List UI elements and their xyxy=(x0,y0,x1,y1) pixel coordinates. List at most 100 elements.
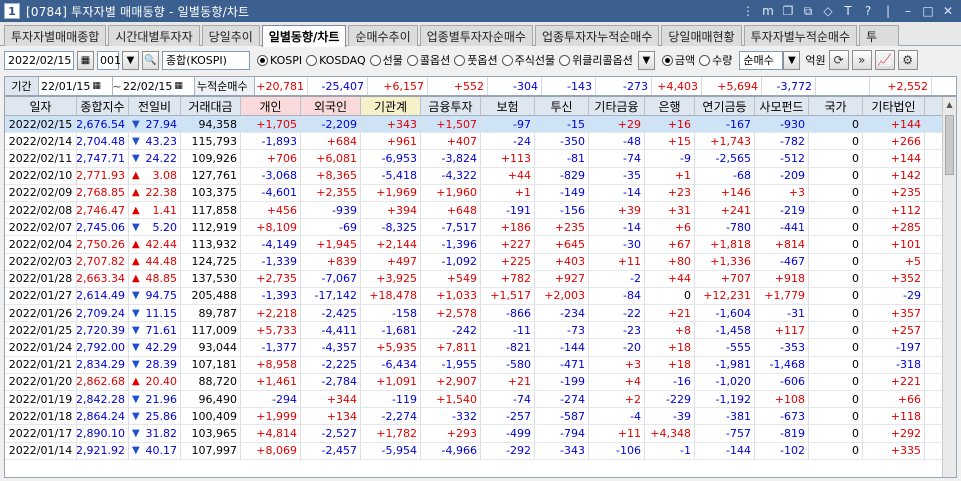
unit-radio-1[interactable]: 수량 xyxy=(699,52,732,68)
settings-icon[interactable]: ⚙ xyxy=(897,50,918,70)
window-control-7[interactable]: | xyxy=(879,3,897,19)
investor-value-cell: +2,735 xyxy=(241,270,301,287)
column-header[interactable]: 기타금융 xyxy=(589,97,645,115)
table-row[interactable]: 2022/01/17 2,890.10 ▼ 31.82 103,965 +4,814 -2,… xyxy=(5,425,956,443)
column-header[interactable]: 개인 xyxy=(241,97,301,115)
window-control-9[interactable]: □ xyxy=(919,3,937,19)
tab-4[interactable]: 순매수추이 xyxy=(348,25,418,46)
market-radio-6[interactable]: 위클리콜옵션 xyxy=(559,52,633,68)
column-header[interactable]: 거래대금 xyxy=(181,97,241,115)
column-header[interactable]: 금융투자 xyxy=(421,97,481,115)
radio-dot[interactable] xyxy=(454,54,466,66)
window-control-3[interactable]: ⧉ xyxy=(799,3,817,19)
window-control-2[interactable]: ❐ xyxy=(779,3,797,19)
tab-5[interactable]: 업종별투자자순매수 xyxy=(419,25,533,46)
market-radio-0[interactable]: KOSPI xyxy=(257,54,302,67)
calendar-icon[interactable]: ▦ xyxy=(92,81,101,91)
tab-3[interactable]: 일별동향/차트 xyxy=(261,25,347,47)
tab-8[interactable]: 투자자별누적순매수 xyxy=(743,25,858,46)
radio-dot[interactable] xyxy=(501,54,513,66)
mode-chevron-icon[interactable]: ▼ xyxy=(783,50,801,70)
table-row[interactable]: 2022/02/14 2,704.48 ▼ 43.23 115,793 -1,893 +68… xyxy=(5,133,956,151)
investor-value-cell: +6 xyxy=(645,219,695,236)
table-row[interactable]: 2022/01/27 2,614.49 ▼ 94.75 205,488 -1,393 -17… xyxy=(5,287,956,306)
window-control-1[interactable]: m xyxy=(759,3,777,19)
column-header[interactable]: 보험 xyxy=(481,97,535,115)
tab-6[interactable]: 업종투자자누적순매수 xyxy=(534,25,660,46)
period-from-input[interactable]: 22/01/15 ▦ xyxy=(39,77,113,95)
column-header[interactable]: 종합지수 xyxy=(77,97,129,115)
tab-1[interactable]: 시간대별투자자 xyxy=(108,25,200,46)
radio-dot[interactable] xyxy=(559,54,571,66)
table-row[interactable]: 2022/02/04 2,750.26 ▲ 42.44 113,932 -4,149 +1,… xyxy=(5,236,956,254)
column-header[interactable]: 연기금등 xyxy=(695,97,755,115)
table-row[interactable]: 2022/02/03 2,707.82 ▲ 44.48 124,725 -1,339 +83… xyxy=(5,253,956,271)
table-row[interactable]: 2022/02/10 2,771.93 ▲ 3.08 127,761 -3,068 +8,3… xyxy=(5,167,956,185)
scroll-thumb[interactable] xyxy=(945,115,954,175)
market-radio-3[interactable]: 콜옵션 xyxy=(406,52,450,68)
table-row[interactable]: 2022/01/24 2,792.00 ▼ 42.29 93,044 -1,377 -4,3… xyxy=(5,339,956,357)
column-header[interactable]: 국가 xyxy=(809,97,863,115)
market-radio-2[interactable]: 선물 xyxy=(369,52,403,68)
table-row[interactable]: 2022/01/18 2,864.24 ▼ 25.86 100,409 +1,999 +13… xyxy=(5,408,956,426)
calendar-icon[interactable]: ▦ xyxy=(174,81,183,91)
market-radio-4[interactable]: 풋옵션 xyxy=(454,52,498,68)
calendar-icon[interactable]: ▦ xyxy=(77,50,94,70)
table-row[interactable]: 2022/01/26 2,709.24 ▼ 11.15 89,787 +2,218 -2,4… xyxy=(5,305,956,323)
table-row[interactable]: 2022/01/28 2,663.34 ▲ 48.85 137,530 +2,735 -7,… xyxy=(5,270,956,288)
table-row[interactable]: 2022/02/07 2,745.06 ▼ 5.20 112,919 +8,109 -69-… xyxy=(5,219,956,237)
next-icon[interactable]: » xyxy=(851,50,872,70)
period-to-input[interactable]: 22/02/15 ▦ xyxy=(121,77,195,95)
tab-7[interactable]: 당일매매현황 xyxy=(661,25,742,46)
column-header[interactable]: 외국인 xyxy=(301,97,361,115)
date-input[interactable]: 2022/02/15 xyxy=(4,50,74,70)
tab-0[interactable]: 투자자별매매종합 xyxy=(4,25,107,46)
market-code-input[interactable]: 001 xyxy=(97,50,121,70)
radio-dot[interactable] xyxy=(406,54,418,66)
column-header[interactable]: 투신 xyxy=(535,97,589,115)
table-row[interactable]: 2022/02/11 2,747.71 ▼ 24.22 109,926 +706 +6,08… xyxy=(5,150,956,168)
column-header[interactable]: 전일비 xyxy=(129,97,181,115)
column-header[interactable]: 은행 xyxy=(645,97,695,115)
date-cell: 2022/01/20 xyxy=(5,373,77,390)
table-row[interactable]: 2022/01/14 2,921.92 ▼ 40.17 107,997 +8,069 -2,… xyxy=(5,442,956,460)
market-radio-5[interactable]: 주식선물 xyxy=(501,52,555,68)
column-header[interactable]: 기관계 xyxy=(361,97,421,115)
column-header[interactable]: 일자 xyxy=(5,97,77,115)
unit-radio-0[interactable]: 금액 xyxy=(661,52,695,68)
table-row[interactable]: 2022/01/20 2,862.68 ▲ 20.40 88,720 +1,461 -2,7… xyxy=(5,373,956,391)
market-dropdown-icon[interactable]: ▼ xyxy=(637,50,655,70)
window-control-8[interactable]: – xyxy=(899,3,917,19)
investor-value-cell: -555 xyxy=(695,339,755,356)
window-control-10[interactable]: ✕ xyxy=(939,3,957,19)
investor-value-cell: +31 xyxy=(645,201,695,219)
table-row[interactable]: 2022/01/25 2,720.39 ▼ 71.61 117,009 +5,733 -4,… xyxy=(5,322,956,340)
mode-select[interactable]: 순매수 xyxy=(739,50,784,70)
radio-dot[interactable] xyxy=(257,54,268,66)
radio-dot[interactable] xyxy=(699,54,711,66)
market-radio-1[interactable]: KOSDAQ xyxy=(306,54,366,67)
chart-icon[interactable]: 📈 xyxy=(874,50,895,70)
table-row[interactable]: 2022/02/08 2,746.47 ▲ 1.41 117,858 +456 -939 +3… xyxy=(5,201,956,220)
tab-2[interactable]: 당일추이 xyxy=(201,25,260,46)
search-icon[interactable]: 🔍 xyxy=(142,50,159,70)
table-row[interactable]: 2022/02/09 2,768.85 ▲ 22.38 103,375 -4,601 +2,… xyxy=(5,184,956,202)
scroll-up-icon[interactable]: ▲ xyxy=(943,97,956,111)
radio-dot[interactable] xyxy=(661,54,673,66)
chevron-down-icon[interactable]: ▼ xyxy=(122,50,139,70)
tab-9[interactable]: 투 xyxy=(859,25,900,46)
column-header[interactable]: 기타법인 xyxy=(863,97,925,115)
vertical-scrollbar[interactable]: ▲ xyxy=(942,97,956,477)
table-row[interactable]: 2022/01/19 2,842.28 ▼ 21.96 96,490 -294 +344 -1… xyxy=(5,391,956,409)
radio-dot[interactable] xyxy=(369,54,381,66)
refresh-icon[interactable]: ⟳ xyxy=(828,50,849,70)
table-row[interactable]: 2022/01/21 2,834.29 ▼ 28.39 107,181 +8,958 -2,… xyxy=(5,356,956,374)
table-row[interactable]: 2022/02/15 2,676.54 ▼ 27.94 94,358 +1,705 -2,2… xyxy=(5,116,956,134)
window-control-6[interactable]: ? xyxy=(859,3,877,19)
radio-dot[interactable] xyxy=(306,54,318,66)
window-control-4[interactable]: ◇ xyxy=(819,3,837,19)
column-header[interactable]: 사모펀드 xyxy=(755,97,809,115)
window-control-0[interactable]: ⋮ xyxy=(739,3,757,19)
window-control-5[interactable]: T xyxy=(839,3,857,19)
date-cell: 2022/02/14 xyxy=(5,133,77,150)
